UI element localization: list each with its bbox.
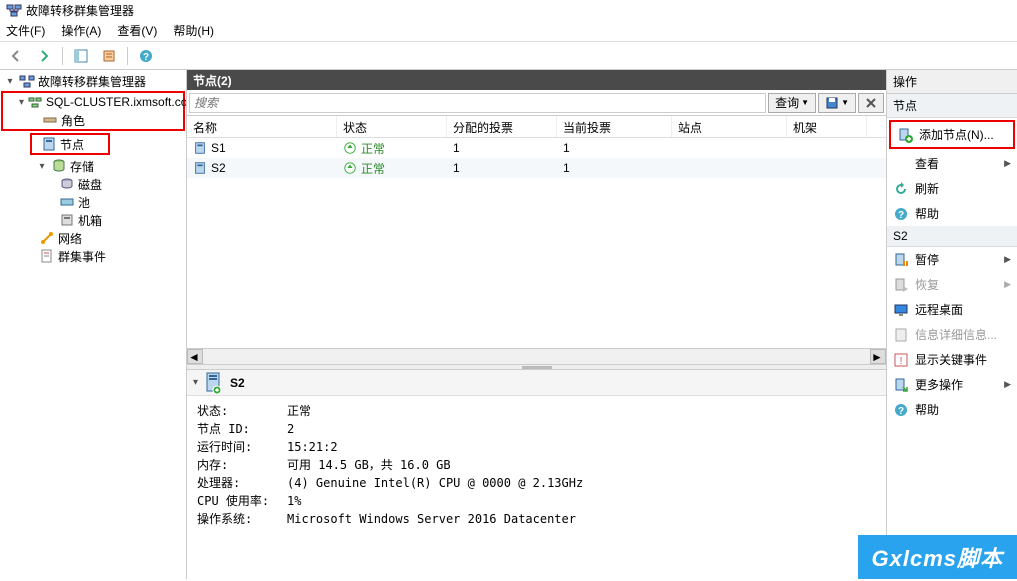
menu-view[interactable]: 查看(V) [117, 22, 157, 39]
tree-disks[interactable]: 磁盘 [0, 175, 186, 193]
action-resume[interactable]: 恢复 ▶ [887, 272, 1017, 297]
clear-button[interactable] [858, 93, 884, 113]
refresh-icon [893, 181, 909, 197]
resume-icon [893, 277, 909, 293]
forward-button[interactable] [32, 45, 56, 67]
content-header: 节点(2) [187, 70, 886, 90]
info-icon [893, 327, 909, 343]
actions-title: 操作 [887, 70, 1017, 94]
tree-enclosures[interactable]: 机箱 [0, 211, 186, 229]
node-list: S1正常11S2正常11 [187, 138, 886, 348]
table-row[interactable]: S1正常11 [187, 138, 886, 158]
properties-button[interactable] [97, 45, 121, 67]
table-row[interactable]: S2正常11 [187, 158, 886, 178]
actions-section-nodes: 节点 [887, 94, 1017, 118]
more-icon [893, 377, 909, 393]
watermark: Gxlcms脚本 [858, 535, 1017, 579]
action-add-node[interactable]: 添加节点(N)... [891, 122, 1013, 147]
svg-text:!: ! [900, 356, 903, 367]
tree-roles[interactable]: 角色 [3, 111, 183, 129]
menubar: 文件(F) 操作(A) 查看(V) 帮助(H) [0, 20, 1017, 42]
search-input[interactable] [189, 93, 766, 113]
action-pause[interactable]: 暂停 ▶ [887, 247, 1017, 272]
action-remote-desktop[interactable]: 远程桌面 [887, 297, 1017, 322]
menu-action[interactable]: 操作(A) [61, 22, 101, 39]
pause-icon [893, 252, 909, 268]
save-button[interactable]: ▼ [818, 93, 856, 113]
svg-text:?: ? [898, 406, 904, 417]
tree-networks[interactable]: 网络 [0, 229, 186, 247]
action-view[interactable]: 查看 ▶ [887, 151, 1017, 176]
col-current-vote[interactable]: 当前投票 [557, 116, 672, 137]
tree-events[interactable]: 群集事件 [0, 247, 186, 265]
query-button[interactable]: 查询▼ [768, 93, 816, 113]
action-critical-events[interactable]: ! 显示关键事件 [887, 347, 1017, 372]
actions-pane: 操作 节点 添加节点(N)... 查看 ▶ 刷新 ? 帮助 S2 暂停 ▶ [887, 70, 1017, 579]
collapse-icon[interactable]: ▾ [193, 377, 198, 388]
tree-nodes[interactable]: 节点 [32, 135, 108, 153]
menu-file[interactable]: 文件(F) [6, 22, 45, 39]
tree-storage[interactable]: ▾ 存储 [0, 157, 186, 175]
detail-node-name: S2 [230, 376, 245, 390]
action-help-1[interactable]: ? 帮助 [887, 201, 1017, 226]
action-help-2[interactable]: ? 帮助 [887, 397, 1017, 422]
events-icon: ! [893, 352, 909, 368]
back-button[interactable] [4, 45, 28, 67]
app-icon [6, 2, 22, 18]
show-hide-tree-button[interactable] [69, 45, 93, 67]
action-more[interactable]: 更多操作 ▶ [887, 372, 1017, 397]
help-icon: ? [893, 206, 909, 222]
tree-root[interactable]: ▾ 故障转移群集管理器 [0, 72, 186, 90]
nav-tree: ▾ 故障转移群集管理器 ▾ SQL-CLUSTER.ixmsoft.com 角色… [0, 70, 187, 579]
col-name[interactable]: 名称 [187, 116, 337, 137]
h-scrollbar[interactable]: ◄► [187, 348, 886, 364]
window-title: 故障转移群集管理器 [26, 2, 134, 19]
col-assigned-vote[interactable]: 分配的投票 [447, 116, 557, 137]
remote-desktop-icon [893, 302, 909, 318]
detail-body: 状态:正常 节点 ID:2 运行时间:15:21:2 内存:可用 14.5 GB… [187, 396, 886, 534]
menu-help[interactable]: 帮助(H) [173, 22, 214, 39]
col-rack[interactable]: 机架 [787, 116, 867, 137]
add-node-icon [897, 127, 913, 143]
action-refresh[interactable]: 刷新 [887, 176, 1017, 201]
detail-header[interactable]: ▾ S2 [187, 370, 886, 396]
column-headers: 名称 状态 分配的投票 当前投票 站点 机架 [187, 116, 886, 138]
server-icon [204, 372, 222, 394]
help-icon: ? [893, 402, 909, 418]
help-button[interactable]: ? [134, 45, 158, 67]
toolbar: ? [0, 42, 1017, 70]
action-info-details[interactable]: 信息详细信息... [887, 322, 1017, 347]
svg-text:?: ? [898, 210, 904, 221]
actions-section-s2: S2 [887, 226, 1017, 247]
col-site[interactable]: 站点 [672, 116, 787, 137]
col-status[interactable]: 状态 [337, 116, 447, 137]
tree-pools[interactable]: 池 [0, 193, 186, 211]
tree-cluster[interactable]: ▾ SQL-CLUSTER.ixmsoft.com [3, 93, 183, 111]
svg-text:?: ? [143, 52, 149, 63]
